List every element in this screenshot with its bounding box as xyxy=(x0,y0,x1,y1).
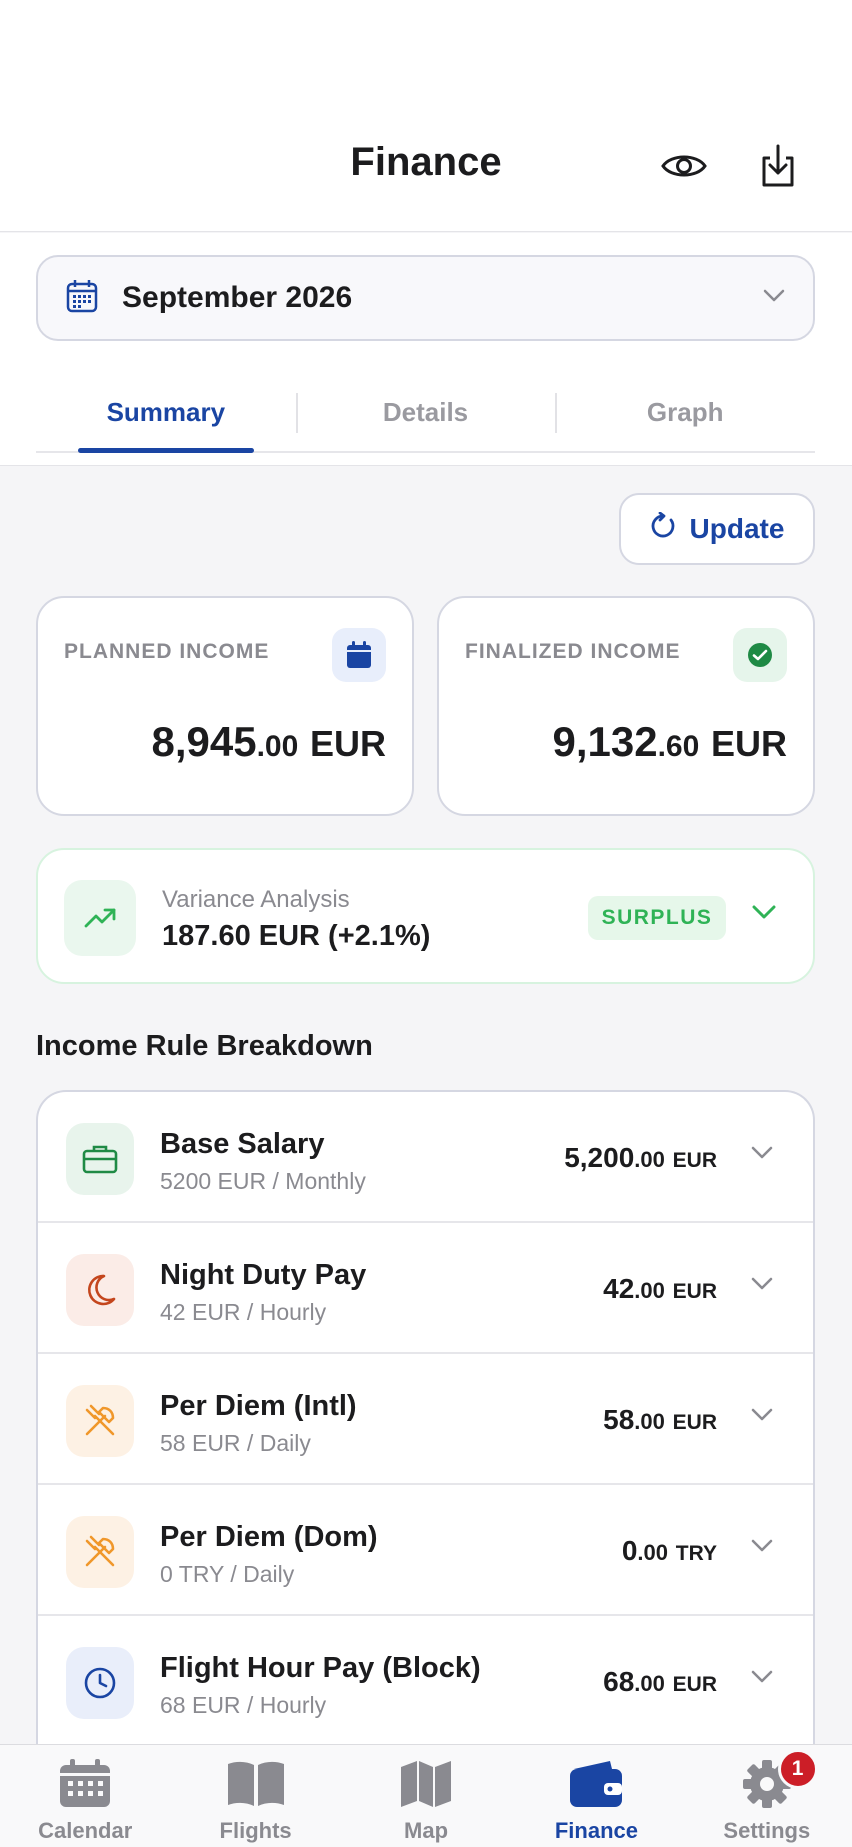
tab-bar: Summary Details Graph xyxy=(36,373,815,453)
chevron-down-icon[interactable] xyxy=(751,1277,773,1296)
filter-panel: September 2026 Summary Details Graph xyxy=(0,233,852,466)
nav-item-map[interactable]: Map xyxy=(341,1745,511,1847)
month-selector[interactable]: September 2026 xyxy=(36,255,815,341)
rule-amount: 58.00 EUR xyxy=(603,1404,717,1435)
chevron-down-icon[interactable] xyxy=(751,1670,773,1689)
nav-item-settings[interactable]: Settings 1 xyxy=(682,1745,852,1847)
list-item[interactable]: Night Duty Pay 42 EUR / Hourly 42.00 EUR xyxy=(38,1223,813,1354)
app-header: Finance xyxy=(0,0,852,232)
chevron-down-icon[interactable] xyxy=(751,1539,773,1558)
rule-amount: 68.00 EUR xyxy=(603,1666,717,1697)
chevron-down-icon[interactable] xyxy=(751,1146,773,1165)
list-item[interactable]: Per Diem (Dom) 0 TRY / Daily 0.00 TRY xyxy=(38,1485,813,1616)
utensils-icon xyxy=(66,1516,134,1588)
variance-label: Variance Analysis xyxy=(162,886,350,913)
month-selector-value: September 2026 xyxy=(122,281,353,314)
book-icon xyxy=(226,1759,286,1814)
variance-analysis-card[interactable]: Variance Analysis 187.60 EUR (+2.1%) SUR… xyxy=(36,848,815,984)
clock-icon xyxy=(66,1647,134,1719)
rule-rate: 0 TRY / Daily xyxy=(160,1561,295,1587)
nav-label: Flights xyxy=(219,1818,292,1843)
nav-item-calendar[interactable]: Calendar xyxy=(0,1745,170,1847)
rule-name: Per Diem (Intl) xyxy=(160,1390,357,1422)
check-circle-icon xyxy=(733,628,787,682)
income-rule-breakdown-title: Income Rule Breakdown xyxy=(36,1030,373,1062)
planned-income-caption: PLANNED INCOME xyxy=(64,640,270,663)
rule-amount: 42.00 EUR xyxy=(603,1273,717,1304)
tab-summary[interactable]: Summary xyxy=(36,373,296,453)
list-item[interactable]: Flight Hour Pay (Block) 68 EUR / Hourly … xyxy=(38,1616,813,1747)
rule-rate: 5200 EUR / Monthly xyxy=(160,1168,366,1194)
list-item[interactable]: Per Diem (Intl) 58 EUR / Daily 58.00 EUR xyxy=(38,1354,813,1485)
income-rule-list: Base Salary 5200 EUR / Monthly 5,200.00 … xyxy=(36,1090,815,1847)
eye-icon[interactable] xyxy=(658,140,710,192)
page-title: Finance xyxy=(350,140,502,184)
utensils-icon xyxy=(66,1385,134,1457)
nav-label: Settings xyxy=(723,1818,811,1843)
calendar-icon xyxy=(332,628,386,682)
planned-income-card: PLANNED INCOME 8,945.00 EUR xyxy=(36,596,414,816)
chevron-down-icon xyxy=(763,289,785,308)
rule-name: Flight Hour Pay (Block) xyxy=(160,1652,481,1684)
map-icon xyxy=(399,1759,453,1814)
tab-graph[interactable]: Graph xyxy=(555,373,815,451)
calendar-icon xyxy=(58,1759,112,1814)
nav-label: Map xyxy=(404,1818,449,1843)
bottom-nav: Calendar Flights Map Finance Settings 1 xyxy=(0,1744,852,1847)
chevron-down-icon[interactable] xyxy=(751,1408,773,1427)
briefcase-icon xyxy=(66,1123,134,1195)
wallet-icon xyxy=(568,1759,624,1814)
rule-name: Night Duty Pay xyxy=(160,1259,367,1291)
update-button-label: Update xyxy=(689,513,785,544)
surplus-badge: SURPLUS xyxy=(588,896,726,940)
rule-rate: 58 EUR / Daily xyxy=(160,1430,311,1456)
rule-rate: 42 EUR / Hourly xyxy=(160,1299,327,1325)
nav-label: Finance xyxy=(554,1818,638,1843)
download-icon[interactable] xyxy=(752,140,804,192)
notification-badge: 1 xyxy=(777,1749,818,1789)
nav-item-flights[interactable]: Flights xyxy=(170,1745,340,1847)
finalized-income-card: FINALIZED INCOME 9,132.60 EUR xyxy=(437,596,815,816)
refresh-icon xyxy=(650,511,676,547)
rule-amount: 0.00 TRY xyxy=(621,1535,717,1566)
planned-income-amount: 8,945.00 EUR xyxy=(151,718,386,765)
variance-value: 187.60 EUR (+2.1%) xyxy=(162,920,431,952)
finalized-income-amount: 9,132.60 EUR xyxy=(552,718,787,765)
update-button[interactable]: Update xyxy=(619,493,815,565)
nav-label: Calendar xyxy=(38,1818,133,1843)
rule-rate: 68 EUR / Hourly xyxy=(160,1692,327,1718)
rule-name: Base Salary xyxy=(160,1128,325,1160)
trending-up-icon xyxy=(64,880,136,956)
tab-details[interactable]: Details xyxy=(295,373,556,451)
calendar-icon xyxy=(66,279,98,318)
finalized-income-caption: FINALIZED INCOME xyxy=(465,640,681,663)
list-item[interactable]: Base Salary 5200 EUR / Monthly 5,200.00 … xyxy=(38,1092,813,1223)
chevron-down-icon[interactable] xyxy=(752,904,776,925)
moon-icon xyxy=(66,1254,134,1326)
rule-amount: 5,200.00 EUR xyxy=(564,1142,717,1173)
rule-name: Per Diem (Dom) xyxy=(160,1521,378,1553)
nav-item-finance[interactable]: Finance xyxy=(511,1745,681,1847)
